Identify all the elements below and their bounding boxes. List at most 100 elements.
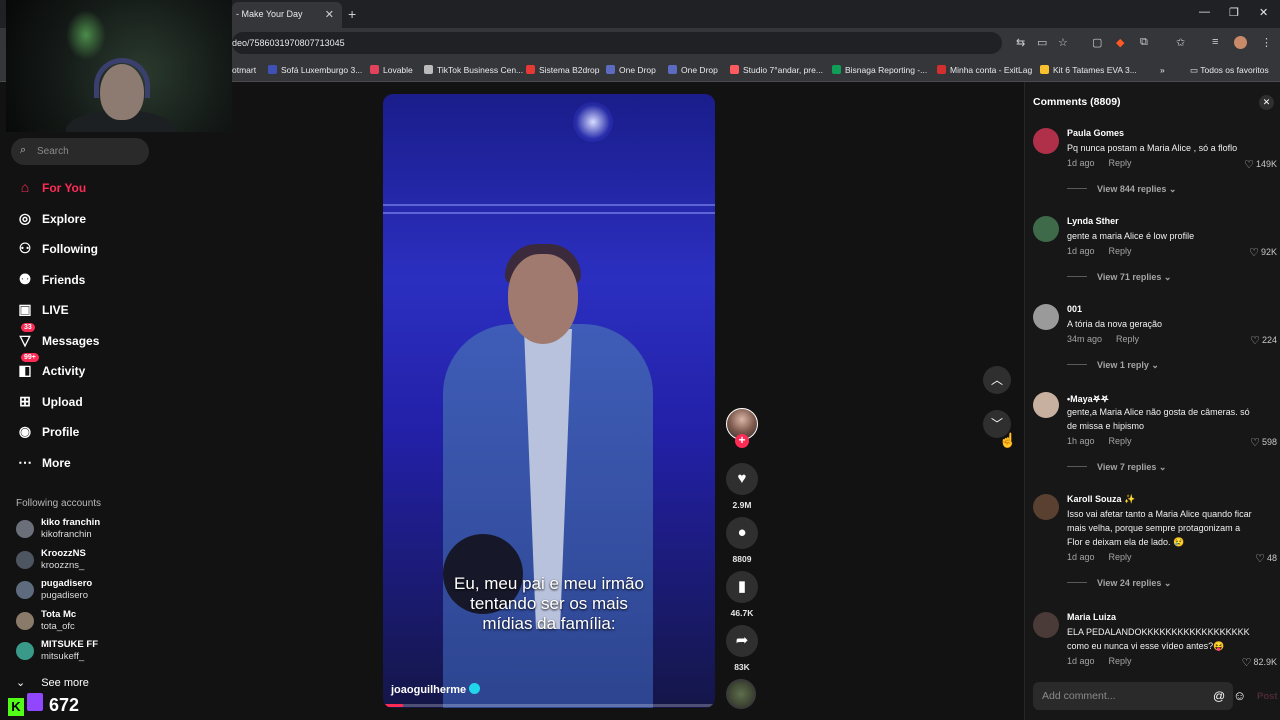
heart-outline-icon: ♡ [1244, 159, 1254, 171]
save-button[interactable]: ▮ [726, 571, 758, 603]
mention-icon[interactable]: @ [1213, 689, 1225, 703]
comment-username[interactable]: •Maya𖤐𖤐 [1067, 392, 1109, 405]
reply-button[interactable]: Reply [1116, 334, 1139, 344]
bookmark-label: Sofá Luxemburgo 3... [281, 65, 363, 75]
comment-meta: 1d ago Reply [1067, 246, 1132, 256]
menu-kebab-icon[interactable]: ⋮ [1261, 36, 1272, 49]
comment-username[interactable]: Karoll Souza ✨ [1067, 494, 1135, 505]
comment-like-button[interactable]: ♡ 149K [1244, 158, 1277, 171]
comment-meta: 34m ago Reply [1067, 334, 1139, 344]
chevron-down-icon: ⌄ [1148, 360, 1159, 370]
url-field[interactable]: deo/7586031970807713045 [232, 32, 1002, 54]
bookmark-favicon-icon [668, 65, 677, 74]
view-replies-button[interactable]: View 844 replies ⌄ [1067, 184, 1176, 195]
following-accounts-title: Following accounts [16, 498, 102, 509]
following-account[interactable]: MITSUKE FF mitsukeff_ [16, 639, 166, 665]
comment-like-button[interactable]: ♡ 48 [1255, 552, 1277, 565]
like-button[interactable]: ♥ [726, 463, 758, 495]
comment-username[interactable]: Paula Gomes [1067, 128, 1124, 138]
view-replies-button[interactable]: View 71 replies ⌄ [1067, 272, 1171, 283]
search-input[interactable]: ⌕ Search [11, 138, 149, 165]
music-disc-icon[interactable] [726, 679, 756, 709]
bookmark-item[interactable]: Sistema B2drop [526, 65, 599, 75]
follow-plus-icon[interactable]: + [735, 434, 749, 448]
translate-icon[interactable]: ⇆ [1016, 36, 1025, 49]
view-replies-button[interactable]: View 24 replies ⌄ [1067, 578, 1171, 589]
extensions-puzzle-icon[interactable]: ⧉ [1140, 36, 1148, 49]
comment-like-button[interactable]: ♡ 224 [1250, 334, 1277, 347]
avatar[interactable] [1033, 216, 1059, 242]
bookmark-item[interactable]: otmart [232, 65, 256, 75]
see-more-button[interactable]: ⌄ See more [16, 676, 89, 689]
avatar[interactable] [1033, 128, 1059, 154]
reply-button[interactable]: Reply [1109, 656, 1132, 666]
view-replies-label: View 844 replies [1097, 184, 1167, 194]
comment-username[interactable]: 001 [1067, 304, 1082, 314]
bookmark-item[interactable]: Minha conta - ExitLag [937, 65, 1032, 75]
bookmark-label: Lovable [383, 65, 413, 75]
video-player[interactable]: Eu, meu pai e meu irmão tentando ser os … [383, 94, 715, 708]
bookmark-item[interactable]: Lovable [370, 65, 413, 75]
video-progress-bar[interactable] [383, 704, 715, 707]
reply-button[interactable]: Reply [1109, 158, 1132, 168]
extension-icon[interactable]: ▢ [1092, 36, 1102, 49]
extension-fire-icon[interactable]: ◆ [1116, 36, 1124, 49]
bookmark-item[interactable]: One Drop [668, 65, 718, 75]
favorites-icon[interactable]: ✩ [1176, 36, 1185, 49]
reply-button[interactable]: Reply [1109, 246, 1132, 256]
following-account[interactable]: Tota Mc tota_ofc [16, 609, 166, 635]
view-replies-label: View 24 replies [1097, 578, 1162, 588]
restore-icon[interactable]: ❐ [1229, 6, 1239, 19]
avatar[interactable] [1033, 612, 1059, 638]
bookmark-item[interactable]: TikTok Business Cen... [424, 65, 523, 75]
profile-icon: ◉ [18, 423, 32, 439]
heart-icon: ♥ [737, 470, 747, 487]
bookmark-item[interactable]: Studio 7°andar, pre... [730, 65, 823, 75]
minimize-icon[interactable]: — [1199, 6, 1210, 18]
close-comments-icon[interactable]: ✕ [1259, 95, 1274, 110]
comment-button[interactable]: ● [726, 517, 758, 549]
browser-tab[interactable]: - Make Your Day ✕ [232, 2, 342, 28]
close-window-icon[interactable]: ✕ [1259, 6, 1268, 19]
comment-meta: 1d ago Reply [1067, 158, 1132, 168]
bookmark-star-icon[interactable]: ☆ [1058, 36, 1068, 49]
comment-username[interactable]: Lynda Sther [1067, 216, 1119, 226]
following-account[interactable]: kiko franchin kikofranchin [16, 517, 166, 543]
following-account[interactable]: pugadisero pugadisero [16, 578, 166, 604]
video-author[interactable]: joaoguilherme [391, 683, 481, 696]
avatar [16, 642, 34, 660]
reading-list-icon[interactable]: ≡ [1212, 36, 1218, 48]
emoji-icon[interactable]: ☺ [1233, 688, 1246, 703]
view-replies-button[interactable]: View 7 replies ⌄ [1067, 462, 1166, 473]
view-replies-button[interactable]: View 1 reply ⌄ [1067, 360, 1159, 371]
profile-avatar-icon[interactable] [1234, 36, 1247, 49]
comment-like-button[interactable]: ♡ 82.9K [1242, 656, 1277, 669]
comment-text: ELA PEDALANDOKKKKKKKKKKKKKKKKKK como eu … [1067, 627, 1250, 651]
avatar[interactable] [1033, 304, 1059, 330]
bookmark-item[interactable]: Sofá Luxemburgo 3... [268, 65, 362, 75]
more-bookmarks-icon[interactable]: » [1160, 65, 1165, 75]
bookmark-item[interactable]: Kit 6 Tatames EVA 3... [1040, 65, 1137, 75]
account-name: pugadisero [41, 578, 93, 589]
share-button[interactable]: ➦ [726, 625, 758, 657]
comment-input-box: @ ☺ [1033, 682, 1246, 710]
avatar[interactable] [1033, 392, 1059, 418]
avatar[interactable] [1033, 494, 1059, 520]
friends-icon: ⚉ [18, 270, 32, 287]
home-icon: ⌂ [20, 179, 30, 195]
post-comment-button[interactable]: Post [1257, 691, 1278, 702]
all-bookmarks-folder[interactable]: ▭ Todos os favoritos [1190, 65, 1269, 76]
cast-icon[interactable]: ▭ [1037, 36, 1047, 49]
reply-button[interactable]: Reply [1109, 436, 1132, 446]
previous-video-button[interactable]: ︿ [983, 366, 1011, 394]
comment-username[interactable]: Maria Luiza [1067, 612, 1116, 622]
comment-input[interactable] [1033, 682, 1203, 710]
bookmark-item[interactable]: Bisnaga Reporting -... [832, 65, 927, 75]
following-account[interactable]: KroozzNS kroozzns_ [16, 548, 166, 574]
comment-like-button[interactable]: ♡ 598 [1250, 436, 1277, 449]
new-tab-icon[interactable]: + [348, 6, 356, 22]
bookmark-item[interactable]: One Drop [606, 65, 656, 75]
close-tab-icon[interactable]: ✕ [325, 8, 334, 21]
reply-button[interactable]: Reply [1109, 552, 1132, 562]
comment-like-button[interactable]: ♡ 92K [1249, 246, 1277, 259]
